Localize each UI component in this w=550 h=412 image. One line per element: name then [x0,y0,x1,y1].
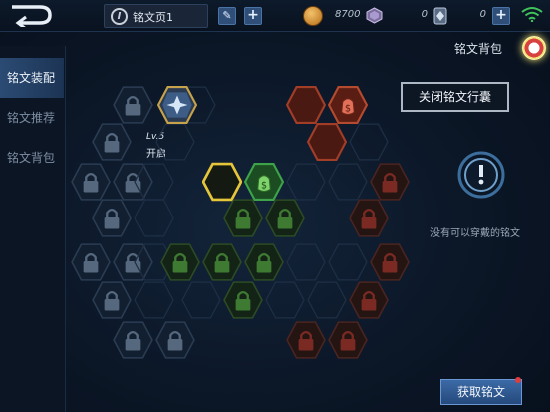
locked-slot-green[interactable] [202,242,242,282]
rune-page-selector[interactable]: I 铭文页1 [104,4,208,28]
rune-page-name: 铭文页1 [133,11,173,24]
locked-slot-gray[interactable] [113,320,153,360]
locked-slot-red[interactable] [349,198,389,238]
red-money-rune-icon[interactable]: $ [328,85,368,125]
close-icon: ✖ [529,42,539,53]
diamond-card-icon [433,7,447,25]
locked-slot-red[interactable] [286,320,326,360]
empty-hex [134,199,174,237]
locked-slot-green[interactable] [244,242,284,282]
rename-pen-icon[interactable]: ✎ [218,7,236,25]
empty-alert-icon [457,151,505,199]
green-money-rune-icon[interactable]: $ [244,162,284,202]
page-number-icon: I [111,8,128,25]
locked-slot-green[interactable] [223,280,263,320]
locked-slot-red[interactable] [328,320,368,360]
gem-icon [366,7,383,24]
empty-hex [307,281,347,319]
tab-rune-bag[interactable]: 铭文背包 [0,138,64,178]
back-icon[interactable] [6,3,56,27]
gold-coin-icon [303,6,323,26]
locked-slot-gray[interactable] [92,198,132,238]
locked-slot-red[interactable] [370,162,410,202]
locked-slot-gray[interactable] [155,320,195,360]
gold-empty-slot[interactable] [202,162,242,202]
empty-hex [155,123,195,161]
get-rune-button[interactable]: 获取铭文 [440,379,522,405]
locked-slot-red[interactable] [370,242,410,282]
tab-rune-equip[interactable]: 铭文装配 [0,58,64,98]
empty-hex [328,243,368,281]
locked-slot-red[interactable] [349,280,389,320]
empty-hex [134,281,174,319]
empty-hex [134,163,174,201]
gem-value: 0 [421,9,428,20]
locked-slot-green[interactable] [160,242,200,282]
empty-hex [181,281,221,319]
rune-screen: I 铭文页1 ✎ + 8700 0 0 + 铭文装配 铭文推荐 铭文背包 Lv.… [0,0,550,412]
empty-hex [286,243,326,281]
empty-hex [286,163,326,201]
add-page-button[interactable]: + [244,7,262,25]
svg-text:$: $ [261,180,267,191]
rune-bag-title: 铭文背包 [454,42,503,56]
svg-text:$: $ [345,103,351,114]
notification-dot [515,377,521,383]
locked-slot-gray[interactable] [113,85,153,125]
empty-hex [349,123,389,161]
red-empty-slot[interactable] [307,122,347,162]
empty-hex [265,281,305,319]
add-currency-button[interactable]: + [492,7,510,25]
locked-slot-gray[interactable] [92,280,132,320]
diamond-value: 0 [479,9,486,20]
empty-hex [328,163,368,201]
top-bar: I 铭文页1 ✎ + 8700 0 0 + [0,0,550,32]
empty-message: 没有可以穿戴的铭文 [430,228,520,239]
sidebar: 铭文装配 铭文推荐 铭文背包 [0,46,66,412]
locked-slot-gray[interactable] [92,122,132,162]
locked-slot-green[interactable] [265,198,305,238]
locked-slot-gray[interactable] [71,162,111,202]
red-empty-slot[interactable] [286,85,326,125]
close-rune-bag-button[interactable]: 关闭铭文行囊 [401,82,509,112]
locked-slot-green[interactable] [223,198,263,238]
rune-unlock-icon[interactable] [157,85,197,125]
wifi-icon [521,7,543,22]
tab-rune-recommend[interactable]: 铭文推荐 [0,98,64,138]
close-panel-button[interactable]: ✖ [522,36,546,60]
gold-value: 8700 [335,9,361,20]
locked-slot-gray[interactable] [71,242,111,282]
